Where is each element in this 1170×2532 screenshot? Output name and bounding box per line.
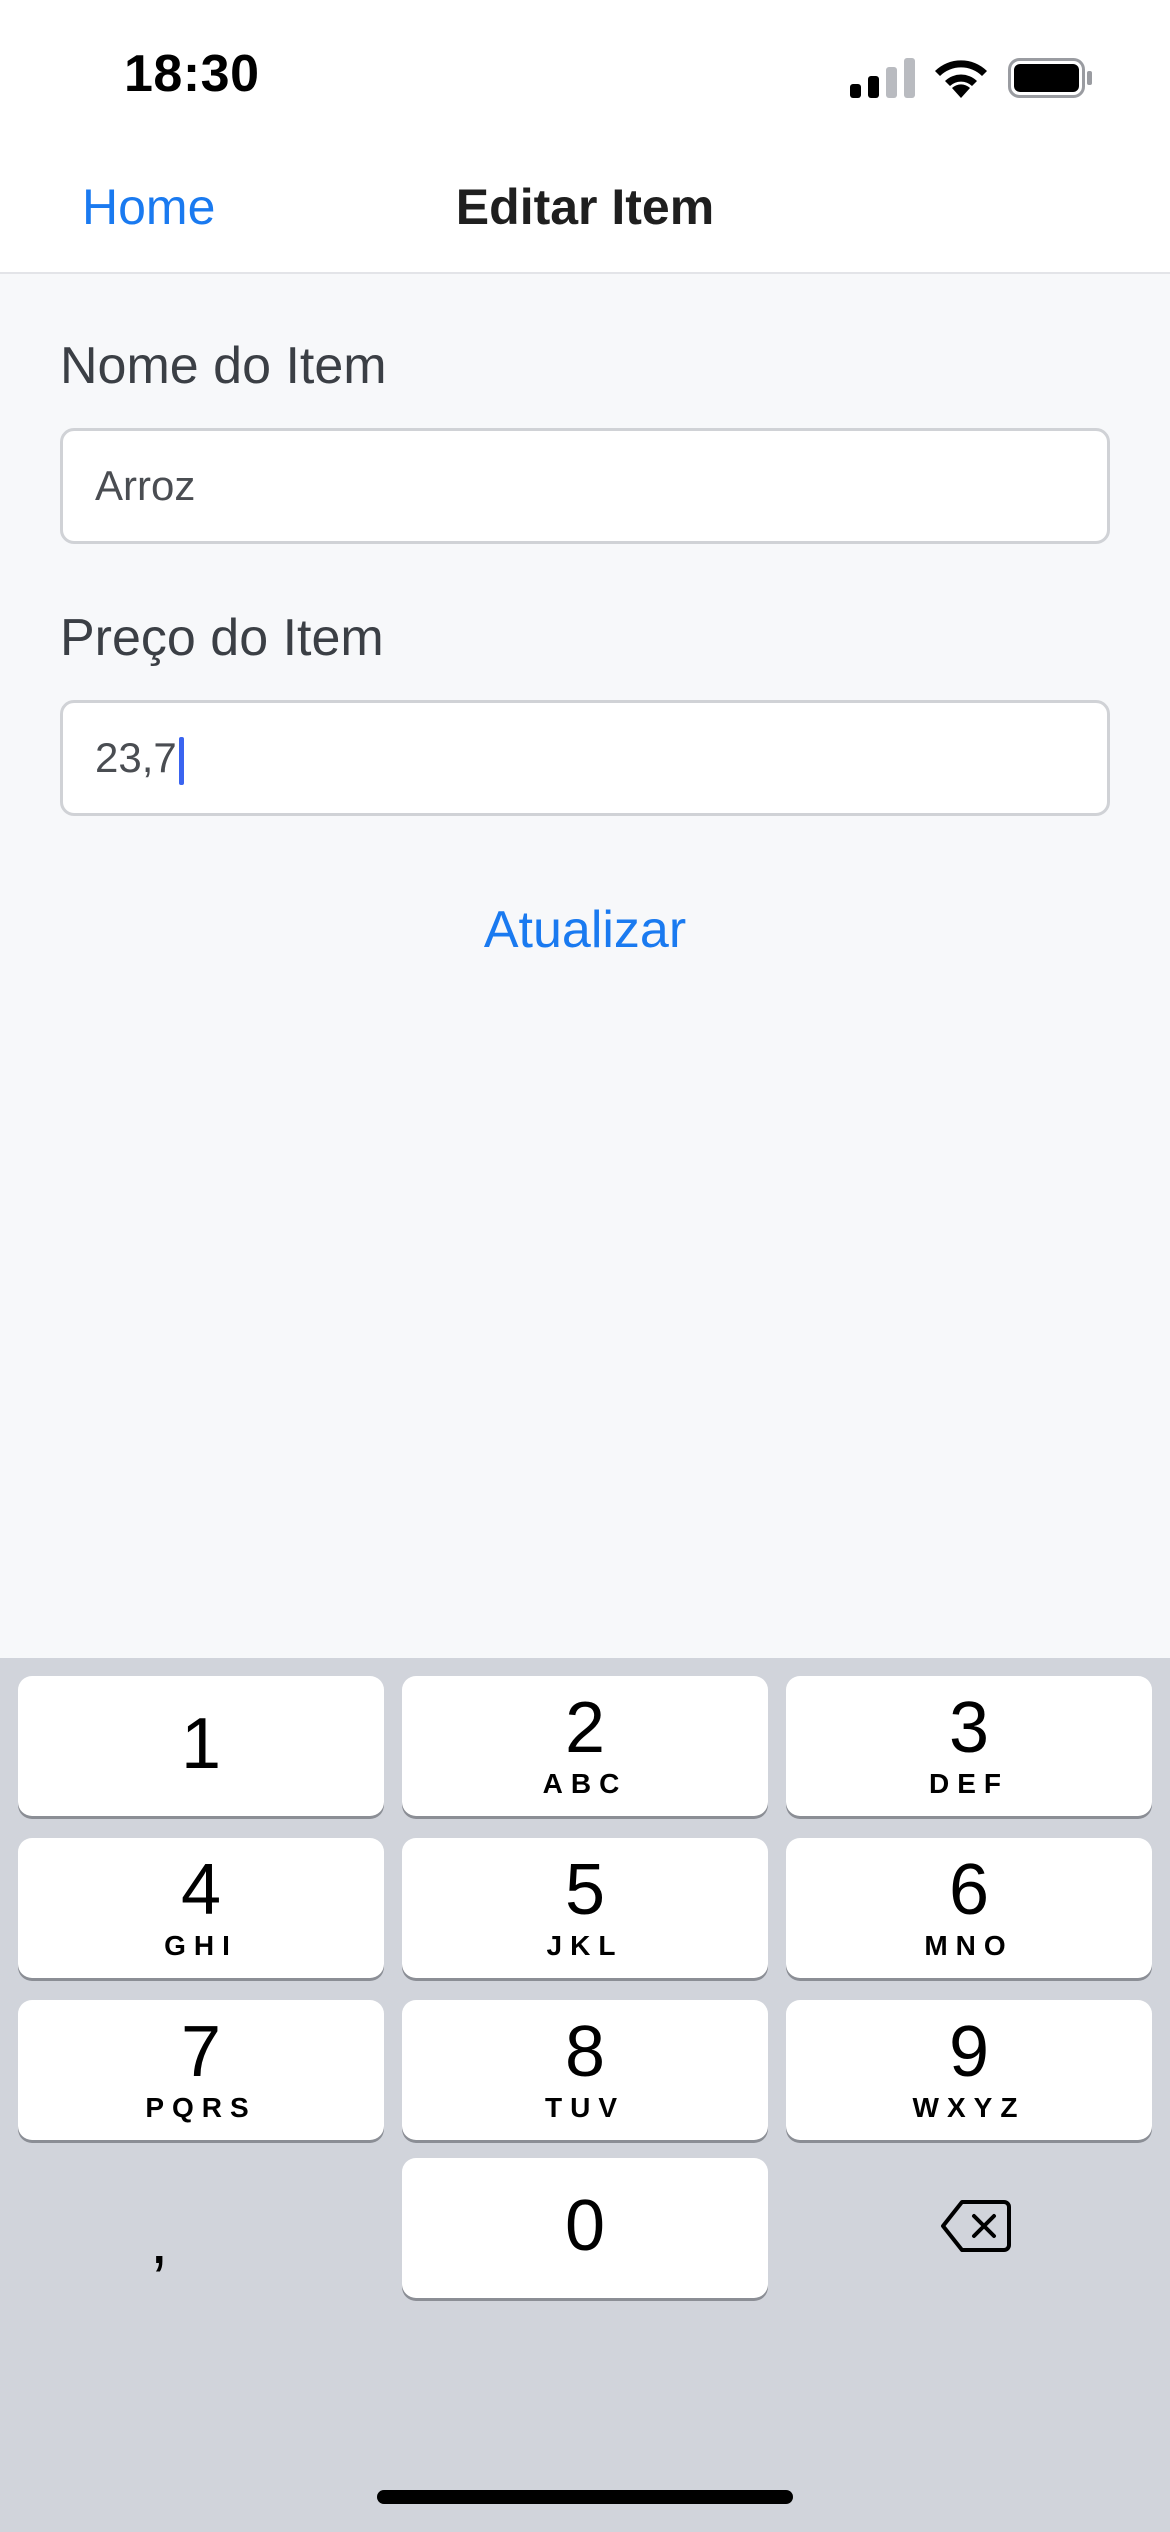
key-digit: 8 xyxy=(564,2012,606,2092)
backspace-icon[interactable] xyxy=(940,2198,1012,2254)
key-digit: 2 xyxy=(564,1688,606,1768)
key-letters: GHI xyxy=(164,1930,238,1961)
key-9[interactable]: 9 WXYZ xyxy=(786,2000,1152,2140)
key-6[interactable]: 6 MNO xyxy=(786,1838,1152,1978)
key-letters: TUV xyxy=(545,2092,625,2123)
text-cursor xyxy=(178,736,184,785)
key-digit: 0 xyxy=(564,2186,606,2266)
item-name-label: Nome do Item xyxy=(60,337,387,395)
navigation-bar: Editar Item Home xyxy=(0,150,1170,274)
item-name-input[interactable]: Arroz xyxy=(60,428,1110,544)
status-time: 18:30 xyxy=(124,45,260,103)
key-2[interactable]: 2 ABC xyxy=(402,1676,768,1816)
key-1[interactable]: 1 xyxy=(18,1676,384,1816)
update-button[interactable]: Atualizar xyxy=(0,900,1170,960)
edit-item-screen: 18:30 Editar Item Home Nome do Item Arro… xyxy=(0,0,1170,2532)
key-0[interactable]: 0 xyxy=(402,2158,768,2298)
key-letters: DEF xyxy=(929,1768,1009,1799)
key-7[interactable]: 7 PQRS xyxy=(18,2000,384,2140)
status-bar: 18:30 xyxy=(0,0,1170,150)
key-digit: 6 xyxy=(948,1850,990,1930)
key-letters: PQRS xyxy=(145,2092,257,2123)
key-3[interactable]: 3 DEF xyxy=(786,1676,1152,1816)
key-digit: 5 xyxy=(564,1850,606,1930)
battery-icon xyxy=(1008,58,1092,98)
key-digit: 9 xyxy=(948,2012,990,2092)
key-letters: ABC xyxy=(542,1768,628,1799)
key-digit: 1 xyxy=(180,1704,222,1784)
key-8[interactable]: 8 TUV xyxy=(402,2000,768,2140)
wifi-icon xyxy=(935,60,987,98)
key-letters: MNO xyxy=(924,1930,1014,1961)
key-letters: JKL xyxy=(546,1930,624,1961)
key-4[interactable]: 4 GHI xyxy=(18,1838,384,1978)
key-letters: WXYZ xyxy=(912,2092,1026,2123)
item-price-input[interactable]: 23,7 xyxy=(60,700,1110,816)
key-digit: 7 xyxy=(180,2012,222,2092)
back-button-home[interactable]: Home xyxy=(82,178,215,236)
home-indicator[interactable] xyxy=(377,2490,793,2504)
key-digit: 4 xyxy=(180,1850,222,1930)
signal-icon xyxy=(850,58,915,98)
key-5[interactable]: 5 JKL xyxy=(402,1838,768,1978)
key-digit: 3 xyxy=(948,1688,990,1768)
key-comma[interactable]: , xyxy=(150,2202,168,2278)
item-price-value: 23,7 xyxy=(95,734,177,781)
numeric-keypad: 1 2 ABC 3 DEF 4 GHI 5 JKL 6 MNO 7 PQRS 8… xyxy=(0,1658,1170,2532)
item-price-label: Preço do Item xyxy=(60,609,384,667)
item-name-value: Arroz xyxy=(95,462,196,509)
